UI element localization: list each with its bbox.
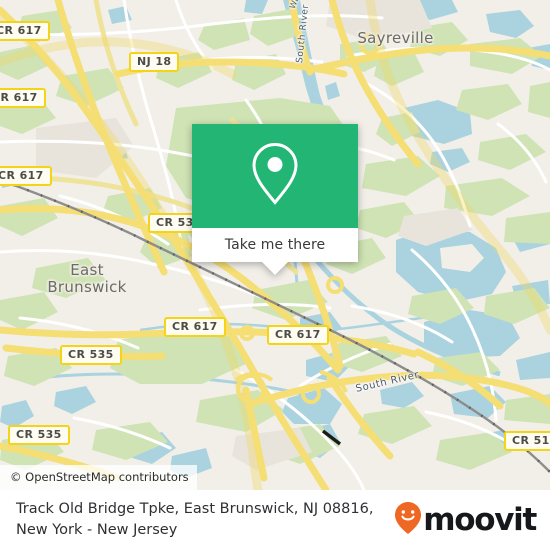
osm-attribution[interactable]: © OpenStreetMap contributors (0, 465, 197, 490)
shield-cr-535-c[interactable]: CR 535 (8, 425, 70, 445)
shield-cr-617-c[interactable]: CR 617 (0, 166, 52, 186)
take-me-there-button[interactable]: Take me there (192, 228, 358, 262)
shield-cr-617-e[interactable]: CR 617 (267, 325, 329, 345)
moovit-pin-smiley-icon (394, 501, 422, 540)
map-viewport[interactable]: East Brunswick Sayreville South River So… (0, 0, 550, 490)
location-title: Track Old Bridge Tpke, East Brunswick, N… (16, 501, 374, 538)
map-pin-icon (249, 141, 301, 212)
map-screenshot: East Brunswick Sayreville South River So… (0, 0, 550, 550)
footer-bar: Track Old Bridge Tpke, East Brunswick, N… (0, 490, 550, 550)
popup-tail (262, 262, 288, 275)
shield-cr-535-b[interactable]: CR 535 (60, 345, 122, 365)
shield-cr-516[interactable]: CR 516 (504, 431, 550, 451)
shield-cr-617-a[interactable]: CR 617 (0, 21, 50, 41)
shield-cr-617-b[interactable]: CR 617 (0, 88, 46, 108)
shield-nj-18[interactable]: NJ 18 (129, 52, 180, 72)
shield-cr-617-d[interactable]: CR 617 (164, 317, 226, 337)
popup-body (192, 124, 358, 228)
moovit-logo[interactable]: moovit (394, 501, 537, 540)
moovit-wordmark: moovit (423, 501, 537, 538)
location-popup[interactable]: Take me there (192, 124, 358, 275)
